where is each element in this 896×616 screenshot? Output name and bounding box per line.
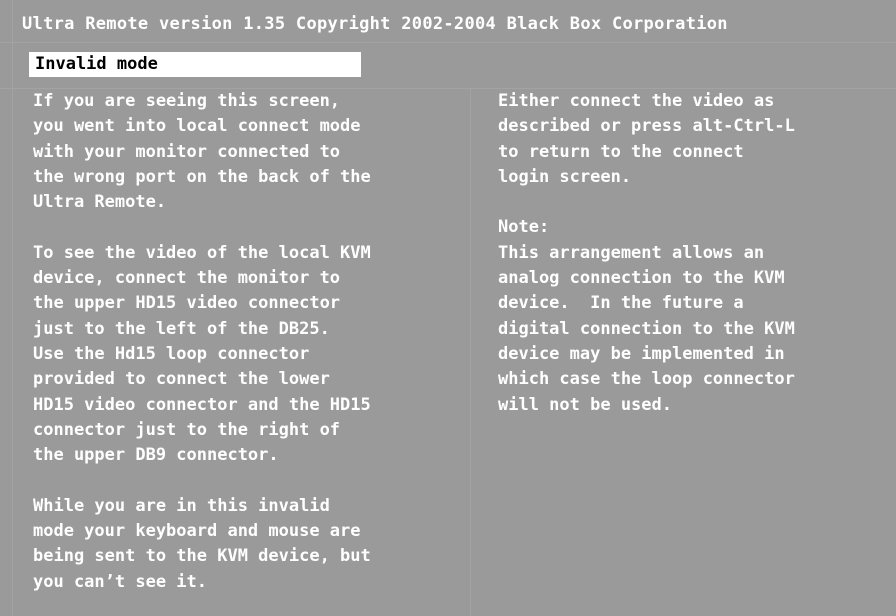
text-line: This arrangement allows an <box>498 242 765 263</box>
text-line: To see the video of the local KVM <box>33 242 371 263</box>
text-line: you went into local connect mode <box>33 116 361 137</box>
paragraph: While you are in this invalid mode your … <box>33 494 473 595</box>
text-line: just to the left of the DB25. <box>33 318 330 339</box>
text-line: with your monitor connected to <box>33 141 341 162</box>
text-line: to return to the connect <box>498 141 744 162</box>
note-paragraph: Note: This arrangement allows an analog … <box>498 215 888 417</box>
app-title: Ultra Remote version 1.35 Copyright 2002… <box>22 14 728 34</box>
text-line: device, connect the monitor to <box>33 268 341 289</box>
text-line: HD15 video connector and the HD15 <box>33 394 371 415</box>
text-line: being sent to the KVM device, but <box>33 546 371 567</box>
left-column: If you are seeing this screen, you went … <box>33 89 473 616</box>
text-line: device. In the future a <box>498 293 744 314</box>
divider <box>12 0 13 616</box>
mode-label: Invalid mode <box>35 54 158 74</box>
text-line: digital connection to the KVM <box>498 318 795 339</box>
text-line: Ultra Remote. <box>33 192 167 213</box>
text-line: which case the loop connector <box>498 369 795 390</box>
text-line: the upper HD15 video connector <box>33 293 341 314</box>
text-line: the upper DB9 connector. <box>33 445 279 466</box>
divider <box>0 42 896 43</box>
text-line: While you are in this invalid <box>33 495 330 516</box>
text-line: described or press alt-Ctrl-L <box>498 116 795 137</box>
text-line: Use the Hd15 loop connector <box>33 343 310 364</box>
text-line: provided to connect the lower <box>33 369 330 390</box>
paragraph: If you are seeing this screen, you went … <box>33 89 473 215</box>
right-column: Either connect the video as described or… <box>498 89 888 443</box>
paragraph: To see the video of the local KVM device… <box>33 241 473 469</box>
note-heading: Note: <box>498 217 550 238</box>
paragraph: Either connect the video as described or… <box>498 89 888 190</box>
text-line: connector just to the right of <box>33 419 341 440</box>
invalid-mode-screen: Ultra Remote version 1.35 Copyright 2002… <box>0 0 896 616</box>
text-line: the wrong port on the back of the <box>33 166 371 187</box>
text-line: Either connect the video as <box>498 91 775 111</box>
text-line: will not be used. <box>498 394 672 415</box>
text-line: mode your keyboard and mouse are <box>33 521 361 542</box>
text-line: login screen. <box>498 166 632 187</box>
text-line: If you are seeing this screen, <box>33 91 341 111</box>
text-line: you can’t see it. <box>33 571 207 592</box>
text-line: analog connection to the KVM <box>498 268 785 289</box>
text-line: device may be implemented in <box>498 343 785 364</box>
mode-banner: Invalid mode <box>29 52 361 77</box>
